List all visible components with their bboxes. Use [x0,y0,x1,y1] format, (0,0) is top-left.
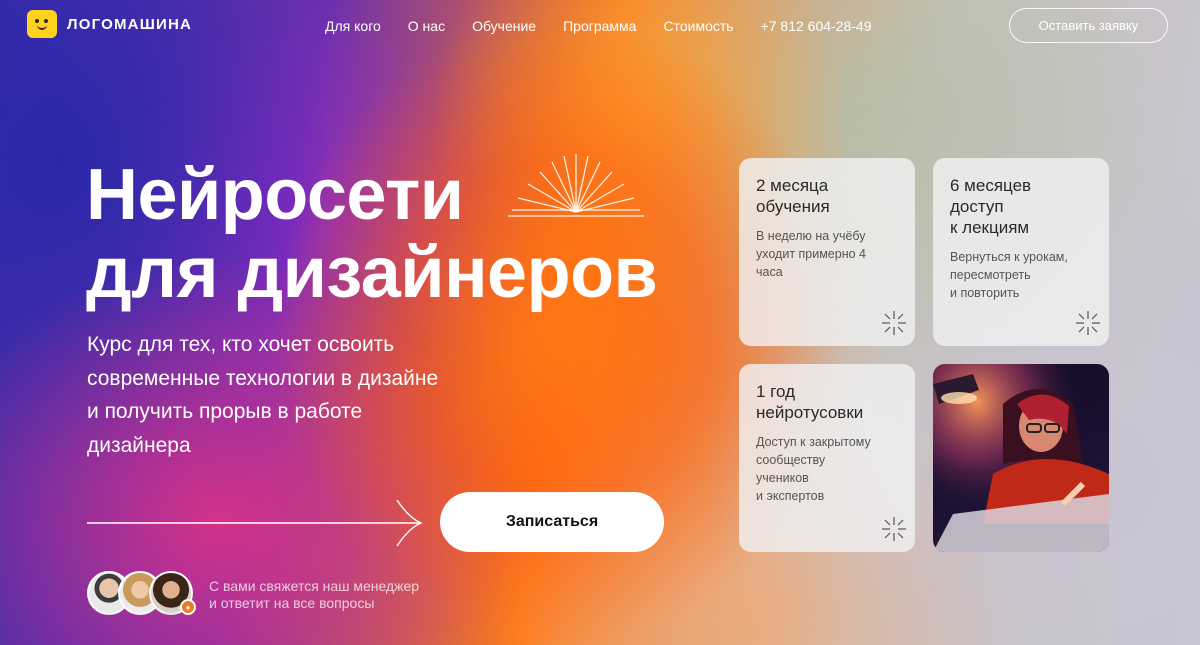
card-description: Вернуться к урокам, пересмотреть и повто… [950,248,1092,302]
hero-subtitle-line-4: дизайнера [87,433,191,457]
hero-subtitle-line-2: современные технологии в дизайне [87,366,439,390]
card-desc-line: и экспертов [756,489,825,503]
nav-item-program[interactable]: Программа [563,18,636,34]
hero-subtitle: Курс для тех, кто хочет освоить современ… [87,328,487,462]
card-title-line: обучения [756,197,830,216]
main-nav: Для кого О нас Обучение Программа Стоимо… [325,18,872,34]
card-title-line: к лекциям [950,218,1030,237]
card-title-line: 6 месяцев [950,176,1032,195]
card-desc-line: и повторить [950,286,1020,300]
sunburst-icon [508,154,644,217]
nav-item-education[interactable]: Обучение [472,18,536,34]
card-description: В неделю на учёбу уходит примерно 4 часа [756,227,898,281]
sparkle-icon [1076,311,1100,335]
manager-text-line-1: С вами свяжется наш менеджер [209,578,420,594]
card-title-line: 1 год [756,382,796,401]
card-desc-line: Доступ к закрытому [756,435,871,449]
card-desc-line: учеников [756,471,809,485]
card-desc-line: сообществу [756,453,826,467]
card-title: 1 год нейротусовки [756,381,898,423]
manager-avatars: ● [87,571,197,617]
nav-phone-link[interactable]: +7 812 604-28-49 [761,18,872,34]
manager-contact-text: С вами свяжется наш менеджер и ответит н… [209,578,419,612]
card-title: 6 месяцев доступ к лекциям [950,175,1092,238]
header: ЛОГОМАШИНА Для кого О нас Обучение Прогр… [0,0,1200,52]
manager-text-line-2: и ответит на все вопросы [209,595,375,611]
card-description: Доступ к закрытому сообществу учеников и… [756,433,898,505]
card-desc-line: часа [756,265,783,279]
arrow-right-icon [87,500,423,547]
card-desc-line: В неделю на учёбу [756,229,866,243]
logo[interactable]: ЛОГОМАШИНА [27,10,192,38]
leave-request-button[interactable]: Оставить заявку [1009,8,1168,43]
feature-card-community: 1 год нейротусовки Доступ к закрытому со… [739,364,915,552]
card-title-line: нейротусовки [756,403,864,422]
chat-badge-icon: ● [180,599,196,615]
card-desc-line: пересмотреть [950,268,1031,282]
card-title-line: 2 месяца [756,176,829,195]
nav-item-about[interactable]: О нас [408,18,445,34]
card-desc-line: уходит примерно 4 [756,247,866,261]
designer-illustration-image [933,364,1109,552]
card-title: 2 месяца обучения [756,175,898,217]
feature-card-access: 6 месяцев доступ к лекциям Вернуться к у… [933,158,1109,346]
sparkle-icon [882,517,906,541]
card-title-line: доступ [950,197,1004,216]
hero-title-line-2: для дизайнеров [86,233,658,313]
hero-subtitle-line-1: Курс для тех, кто хочет освоить [87,333,395,356]
hero-subtitle-line-3: и получить прорыв в работе [87,400,363,423]
sparkle-icon [882,311,906,335]
logo-text: ЛОГОМАШИНА [67,15,193,33]
designer-illustration [933,364,1109,552]
enroll-button[interactable]: Записаться [440,492,664,552]
nav-item-for-whom[interactable]: Для кого [325,18,381,34]
logo-smiley-icon [27,10,57,38]
feature-card-duration: 2 месяца обучения В неделю на учёбу уход… [739,158,915,346]
nav-item-price[interactable]: Стоимость [663,18,733,34]
card-desc-line: Вернуться к урокам, [950,250,1068,264]
